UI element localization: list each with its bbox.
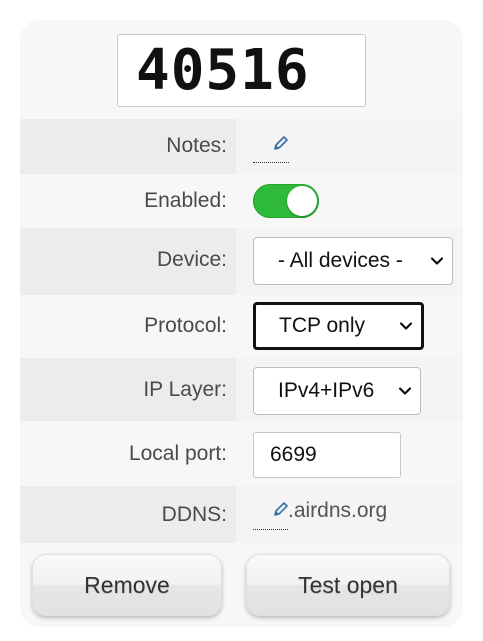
- ddns-edit-link[interactable]: .airdns.org: [253, 496, 387, 530]
- ip-layer-select-value: IPv4+IPv6: [278, 379, 375, 402]
- chevron-down-icon: [399, 322, 413, 330]
- port-number-display: 40516: [117, 34, 366, 107]
- local-port-input[interactable]: 6699: [253, 432, 401, 478]
- pencil-icon: [274, 136, 288, 150]
- device-label: Device:: [156, 248, 227, 271]
- device-select-value: - All devices -: [278, 249, 403, 272]
- remove-button[interactable]: Remove: [32, 554, 222, 616]
- protocol-select[interactable]: TCP only: [253, 302, 424, 350]
- device-row: Device: - All devices -: [20, 228, 463, 295]
- device-select[interactable]: - All devices -: [253, 237, 453, 285]
- action-bar: Remove Test open: [20, 543, 463, 627]
- enabled-row: Enabled:: [20, 174, 463, 228]
- pencil-icon: [274, 502, 288, 516]
- protocol-row: Protocol: TCP only: [20, 295, 463, 358]
- port-forward-card: 40516 Notes: Enabled: Device: - All devi…: [20, 20, 463, 627]
- ddns-label: DDNS:: [161, 503, 227, 526]
- protocol-label: Protocol:: [144, 314, 227, 337]
- local-port-label: Local port:: [128, 442, 227, 465]
- enabled-toggle[interactable]: [253, 184, 319, 218]
- toggle-knob: [287, 186, 317, 216]
- ip-layer-label: IP Layer:: [143, 378, 227, 401]
- test-open-button[interactable]: Test open: [246, 554, 450, 616]
- ip-layer-row: IP Layer: IPv4+IPv6: [20, 358, 463, 421]
- ip-layer-select[interactable]: IPv4+IPv6: [253, 367, 421, 415]
- port-header: 40516: [20, 20, 463, 119]
- ddns-value: .airdns.org: [288, 499, 388, 522]
- local-port-row: Local port: 6699: [20, 421, 463, 486]
- notes-edit-link[interactable]: [253, 133, 289, 163]
- notes-row: Notes:: [20, 119, 463, 174]
- chevron-down-icon: [398, 387, 412, 395]
- notes-label: Notes:: [166, 134, 227, 157]
- enabled-label: Enabled:: [144, 189, 227, 212]
- ddns-row: DDNS: .airdns.org: [20, 486, 463, 543]
- protocol-select-value: TCP only: [279, 314, 365, 337]
- chevron-down-icon: [430, 257, 444, 265]
